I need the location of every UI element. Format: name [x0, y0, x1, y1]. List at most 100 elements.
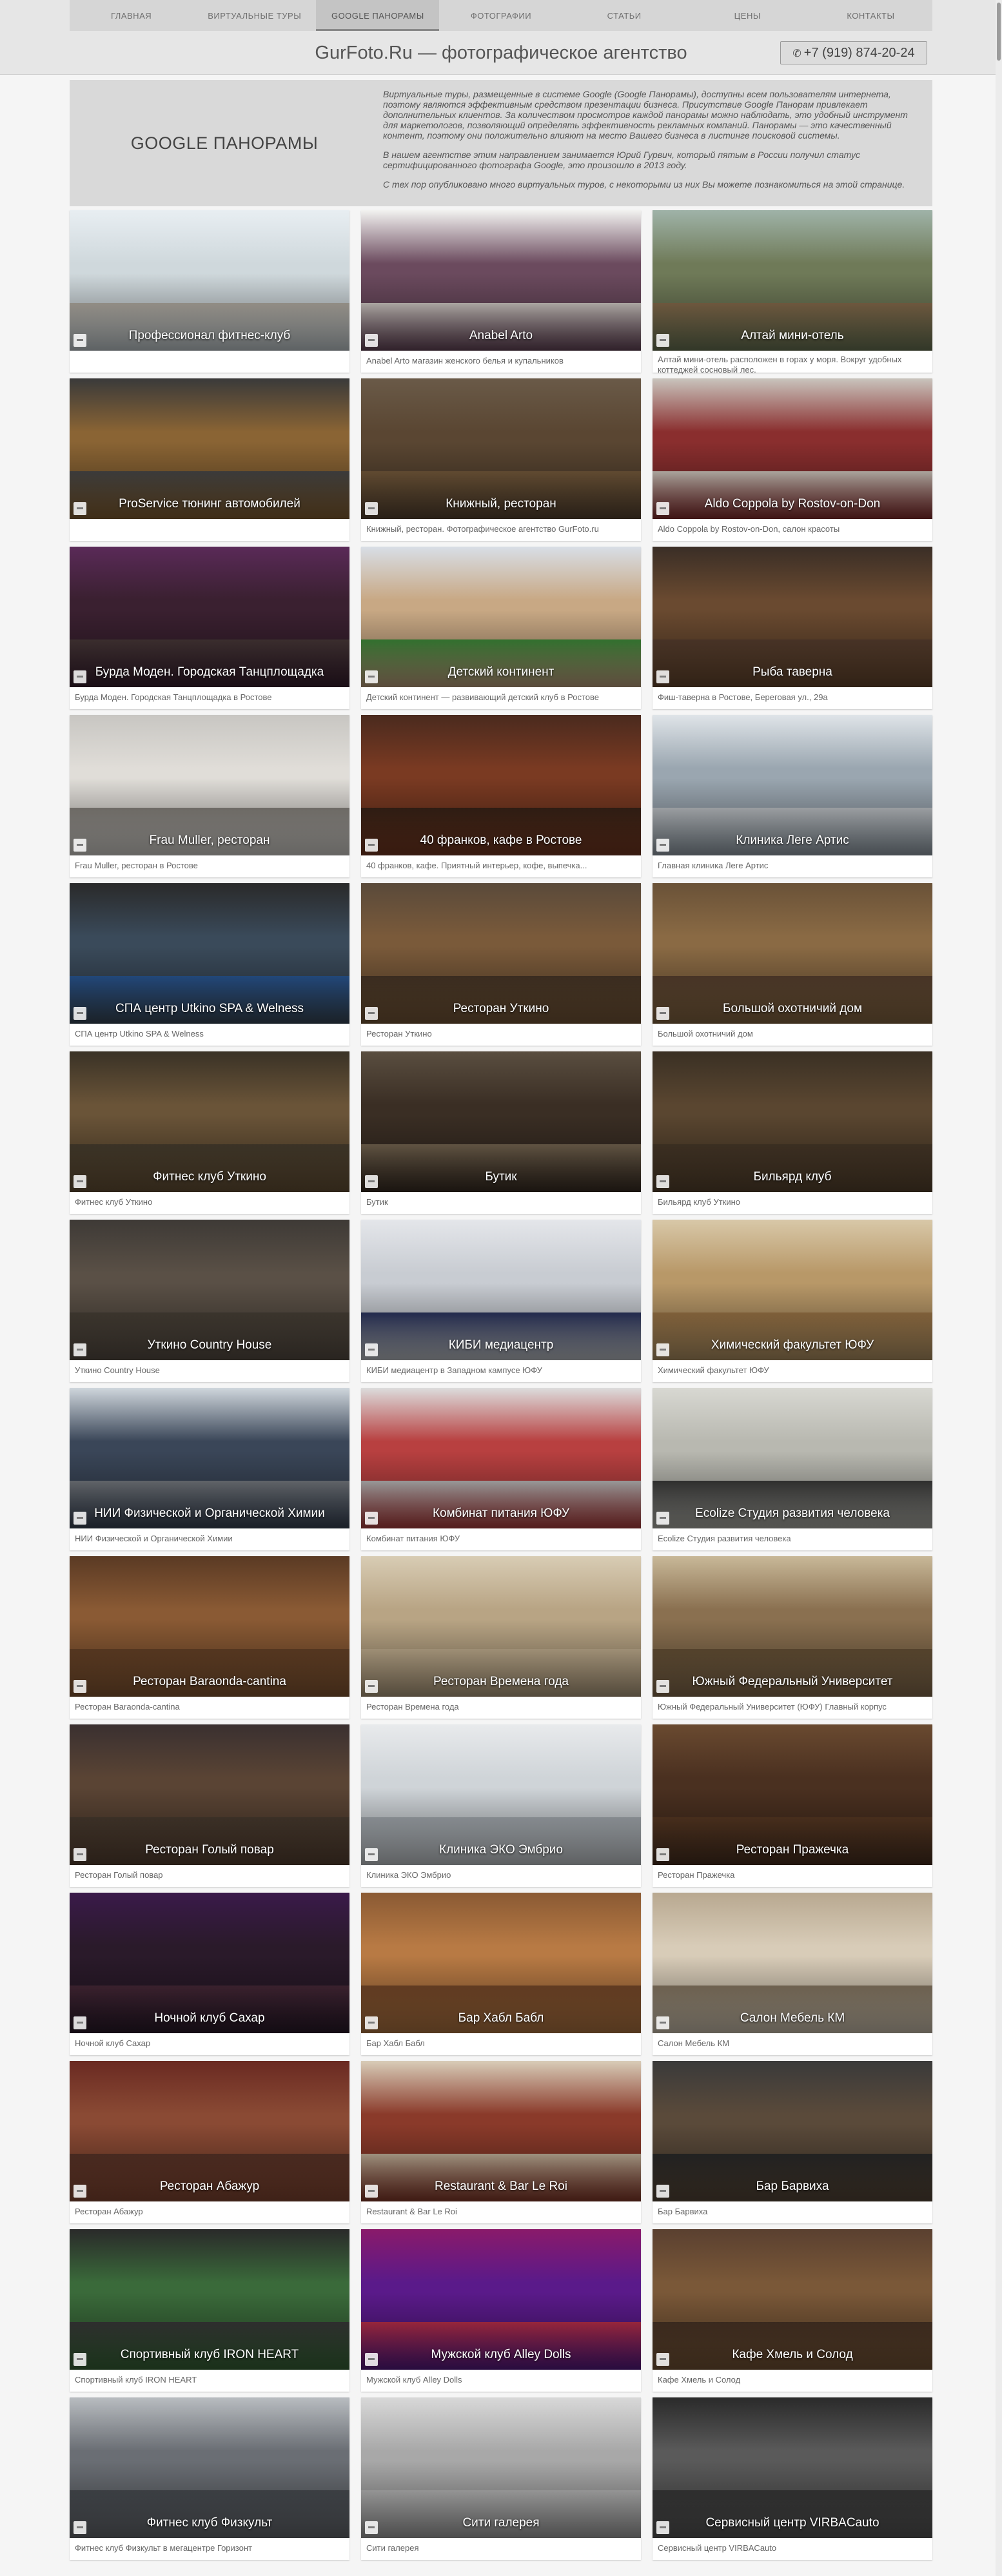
page-scrollbar[interactable]: [996, 0, 1002, 2576]
panorama-card[interactable]: Ресторан Пражечка Ресторан Пражечка: [653, 1724, 932, 1887]
panorama-thumbnail[interactable]: Фитнес клуб Физкульт: [70, 2397, 349, 2538]
panorama-thumbnail[interactable]: НИИ Физической и Органической Химии: [70, 1388, 349, 1528]
panorama-card[interactable]: Ресторан Уткино Ресторан Уткино: [361, 883, 641, 1046]
main-nav: ГЛАВНАЯ ВИРТУАЛЬНЫЕ ТУРЫ GOOGLE ПАНОРАМЫ…: [70, 0, 932, 31]
panorama-card[interactable]: Фитнес клуб Уткино Фитнес клуб Уткино: [70, 1051, 349, 1214]
panorama-thumbnail[interactable]: КИБИ медиацентр: [361, 1220, 641, 1360]
panorama-card[interactable]: КИБИ медиацентр КИБИ медиацентр в Западно…: [361, 1220, 641, 1382]
panorama-thumbnail[interactable]: ProService тюнинг автомобилей: [70, 378, 349, 519]
panorama-card[interactable]: Мужской клуб Alley Dolls Мужской клуб All…: [361, 2229, 641, 2392]
panorama-card[interactable]: НИИ Физической и Органической Химии НИИ Ф…: [70, 1388, 349, 1550]
panorama-thumbnail[interactable]: Комбинат питания ЮФУ: [361, 1388, 641, 1528]
panorama-card[interactable]: Ночной клуб Сахар Ночной клуб Сахар: [70, 1893, 349, 2055]
panorama-thumbnail[interactable]: Ресторан Времена года: [361, 1556, 641, 1697]
panorama-card[interactable]: ProService тюнинг автомобилей: [70, 378, 349, 541]
panorama-title: Кафе Хмель и Солод: [732, 2348, 853, 2361]
panorama-card[interactable]: Anabel Arto Anabel Arto магазин женского …: [361, 210, 641, 373]
panorama-thumbnail[interactable]: Бутик: [361, 1051, 641, 1192]
panorama-thumbnail[interactable]: Профессионал фитнес-клуб: [70, 210, 349, 351]
panorama-card[interactable]: Химический факультет ЮФУ Химический факул…: [653, 1220, 932, 1382]
panorama-thumbnail[interactable]: Ecolize Студия развития человека: [653, 1388, 932, 1528]
panorama-thumbnail[interactable]: Ресторан Уткино: [361, 883, 641, 1024]
panorama-card[interactable]: Ecolize Студия развития человека Ecolize …: [653, 1388, 932, 1550]
panorama-thumbnail[interactable]: Клиника Леге Артис: [653, 715, 932, 855]
panorama-thumbnail[interactable]: Frau Muller, ресторан: [70, 715, 349, 855]
panorama-title: СПА центр Utkino SPA & Welness: [115, 1002, 304, 1015]
panorama-card[interactable]: Детский континент Детский континент — раз…: [361, 547, 641, 709]
panorama-thumbnail[interactable]: Клиника ЭКО Эмбрио: [361, 1724, 641, 1865]
panorama-card[interactable]: Сервисный центр VIRBACauto Сервисный цент…: [653, 2397, 932, 2560]
panorama-card[interactable]: Ресторан Голый повар Ресторан Голый повар: [70, 1724, 349, 1887]
panorama-thumbnail[interactable]: Ресторан Пражечка: [653, 1724, 932, 1865]
panorama-thumbnail[interactable]: Книжный, ресторан: [361, 378, 641, 519]
panorama-thumbnail[interactable]: Сервисный центр VIRBACauto: [653, 2397, 932, 2538]
panorama-card[interactable]: Бар Барвиха Бар Барвиха: [653, 2061, 932, 2223]
panorama-thumbnail[interactable]: Мужской клуб Alley Dolls: [361, 2229, 641, 2370]
panorama-badge-icon: [365, 839, 378, 852]
panorama-card[interactable]: Салон Мебель КМ Салон Мебель КМ: [653, 1893, 932, 2055]
panorama-thumbnail[interactable]: Aldo Coppola by Rostov-on-Don: [653, 378, 932, 519]
nav-prices[interactable]: ЦЕНЫ: [686, 0, 809, 31]
panorama-thumbnail[interactable]: Уткино Country House: [70, 1220, 349, 1360]
nav-photos[interactable]: ФОТОГРАФИИ: [439, 0, 562, 31]
panorama-thumbnail[interactable]: Салон Мебель КМ: [653, 1893, 932, 2033]
panorama-thumbnail[interactable]: Ресторан Baraonda-cantina: [70, 1556, 349, 1697]
panorama-thumbnail[interactable]: Ресторан Голый повар: [70, 1724, 349, 1865]
panorama-thumbnail[interactable]: Restaurant & Bar Le Roi: [361, 2061, 641, 2201]
panorama-card[interactable]: Алтай мини-отель Алтай мини-отель располо…: [653, 210, 932, 375]
panorama-card[interactable]: Ресторан Времена года Ресторан Времена го…: [361, 1556, 641, 1719]
panorama-thumbnail[interactable]: Бар Барвиха: [653, 2061, 932, 2201]
panorama-thumbnail[interactable]: Рыба таверна: [653, 547, 932, 687]
panorama-thumbnail[interactable]: Ночной клуб Сахар: [70, 1893, 349, 2033]
panorama-thumbnail[interactable]: Бильярд клуб: [653, 1051, 932, 1192]
panorama-card[interactable]: Спортивный клуб IRON HEART Спортивный клу…: [70, 2229, 349, 2392]
panorama-card[interactable]: Рыба таверна Фиш-таверна в Ростове, Берег…: [653, 547, 932, 709]
panorama-thumbnail[interactable]: Бурда Моден. Городская Танцплощадка: [70, 547, 349, 687]
panorama-card[interactable]: Сити галерея Сити галерея: [361, 2397, 641, 2560]
panorama-thumbnail[interactable]: Алтай мини-отель: [653, 210, 932, 351]
panorama-card[interactable]: Южный Федеральный Университет Южный Федер…: [653, 1556, 932, 1719]
panorama-thumbnail[interactable]: Anabel Arto: [361, 210, 641, 351]
panorama-card[interactable]: Кафе Хмель и Солод Кафе Хмель и Солод: [653, 2229, 932, 2392]
panorama-card[interactable]: 40 франков, кафе в Ростове 40 франков, ка…: [361, 715, 641, 877]
panorama-thumbnail[interactable]: Детский континент: [361, 547, 641, 687]
panorama-thumbnail[interactable]: Сити галерея: [361, 2397, 641, 2538]
panorama-caption: Фитнес клуб Уткино: [75, 1197, 153, 1207]
panorama-card[interactable]: СПА центр Utkino SPA & Welness СПА центр …: [70, 883, 349, 1046]
panorama-thumbnail[interactable]: Кафе Хмель и Солод: [653, 2229, 932, 2370]
panorama-thumbnail[interactable]: Химический факультет ЮФУ: [653, 1220, 932, 1360]
panorama-thumbnail[interactable]: Фитнес клуб Уткино: [70, 1051, 349, 1192]
nav-virtual-tours[interactable]: ВИРТУАЛЬНЫЕ ТУРЫ: [193, 0, 316, 31]
panorama-card[interactable]: Клиника ЭКО Эмбрио Клиника ЭКО Эмбрио: [361, 1724, 641, 1887]
panorama-thumbnail[interactable]: Южный Федеральный Университет: [653, 1556, 932, 1697]
panorama-card[interactable]: Клиника Леге Артис Главная клиника Леге А…: [653, 715, 932, 877]
panorama-card[interactable]: Бар Хабл Бабл Бар Хабл Бабл: [361, 1893, 641, 2055]
panorama-card[interactable]: Ресторан Baraonda-cantina Ресторан Baraon…: [70, 1556, 349, 1719]
panorama-thumbnail[interactable]: СПА центр Utkino SPA & Welness: [70, 883, 349, 1024]
panorama-card[interactable]: Профессионал фитнес-клуб: [70, 210, 349, 373]
panorama-card[interactable]: Уткино Country House Уткино Country House: [70, 1220, 349, 1382]
panorama-card[interactable]: Бутик Бутик: [361, 1051, 641, 1214]
panorama-caption: Бар Хабл Бабл: [366, 2038, 425, 2048]
panorama-card[interactable]: Frau Muller, ресторан Frau Muller, рестор…: [70, 715, 349, 877]
nav-articles[interactable]: СТАТЬИ: [563, 0, 686, 31]
panorama-card[interactable]: Restaurant & Bar Le Roi Restaurant & Bar …: [361, 2061, 641, 2223]
panorama-card[interactable]: Aldo Coppola by Rostov-on-Don Aldo Coppol…: [653, 378, 932, 541]
panorama-card[interactable]: Бильярд клуб Бильярд клуб Уткино: [653, 1051, 932, 1214]
panorama-card[interactable]: Большой охотничий дом Большой охотничий д…: [653, 883, 932, 1046]
panorama-card[interactable]: Комбинат питания ЮФУ Комбинат питания ЮФУ: [361, 1388, 641, 1550]
panorama-thumbnail[interactable]: Большой охотничий дом: [653, 883, 932, 1024]
phone-button[interactable]: ✆ +7 (919) 874-20-24: [780, 41, 927, 64]
panorama-thumbnail[interactable]: Бар Хабл Бабл: [361, 1893, 641, 2033]
panorama-thumbnail[interactable]: Ресторан Абажур: [70, 2061, 349, 2201]
nav-home[interactable]: ГЛАВНАЯ: [70, 0, 193, 31]
nav-google-panoramas[interactable]: GOOGLE ПАНОРАМЫ: [316, 0, 440, 31]
panorama-thumbnail[interactable]: 40 франков, кафе в Ростове: [361, 715, 641, 855]
panorama-card[interactable]: Бурда Моден. Городская Танцплощадка Бурда…: [70, 547, 349, 709]
panorama-card[interactable]: Фитнес клуб Физкульт Фитнес клуб Физкульт…: [70, 2397, 349, 2560]
panorama-card[interactable]: Ресторан Абажур Ресторан Абажур: [70, 2061, 349, 2223]
panorama-thumbnail[interactable]: Спортивный клуб IRON HEART: [70, 2229, 349, 2370]
nav-contacts[interactable]: КОНТАКТЫ: [809, 0, 932, 31]
panorama-card[interactable]: Книжный, ресторан Книжный, ресторан. Фото…: [361, 378, 641, 541]
scrollbar-thumb[interactable]: [997, 3, 1001, 61]
